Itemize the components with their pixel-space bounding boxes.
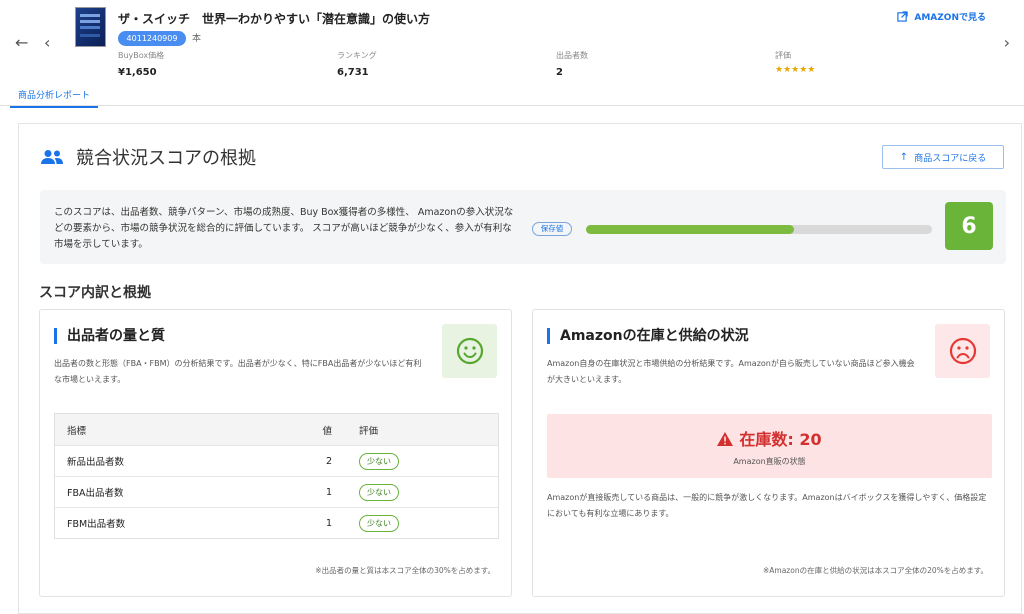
product-title: ザ・スイッチ 世界一わかりやすい「潜在意識」の使い方 [118, 12, 431, 26]
metric-value: ¥1,650 [118, 67, 157, 78]
tab-bar: 商品分析レポート [0, 84, 1024, 108]
section-title: 競合状況スコアの根拠 [76, 148, 256, 169]
section-header: 競合状況スコアの根拠 [40, 144, 256, 170]
metric-value: 2 [556, 67, 563, 78]
metric-sellers: 出品者数 2 [556, 50, 588, 78]
previous-chevron-icon[interactable]: ‹ [44, 33, 50, 52]
rating-chip: 少ない [359, 483, 399, 501]
stock-count: 在庫数: 20 [547, 426, 992, 450]
sellers-card-title: 出品者の量と質 [54, 328, 165, 344]
score-progress-bar [586, 225, 932, 234]
amazon-card-title: Amazonの在庫と供給の状況 [547, 328, 749, 344]
sellers-card-description: 出品者の数と形態（FBA・FBM）の分析結果です。出品者が少なく、特にFBA出品… [54, 359, 422, 384]
row-metric: 新品出品者数 [67, 457, 125, 468]
summary-text: このスコアは、出品者数、競争パターン、市場の成熟度、Buy Box獲得者の多様性… [54, 207, 514, 250]
tab-analysis-report[interactable]: 商品分析レポート [10, 88, 99, 108]
category-label: 本 [192, 34, 202, 44]
sellers-quality-card: 出品者の量と質 出品者の数と形態（FBA・FBM）の分析結果です。出品者が少なく… [39, 309, 512, 597]
competition-score-card: 競合状況スコアの根拠 ↑ 商品スコアに戻る このスコアは、出品者数、競争パターン… [18, 123, 1022, 614]
asin-badge[interactable]: 4011240909 [118, 31, 186, 46]
table-row: FBA出品者数 1 少ない [55, 476, 498, 507]
score-progress-fill [586, 225, 794, 234]
amazon-footnote: ※Amazonの在庫と供給の状況は本スコア全体の20%を占めます。 [762, 566, 988, 575]
row-value: 1 [325, 517, 332, 529]
save-chip[interactable]: 保存値 [532, 222, 572, 236]
external-link-icon [897, 11, 909, 22]
amazon-link-label: AMAZONで見る [914, 13, 986, 23]
table-row: 新品出品者数 2 少ない [55, 445, 498, 476]
arrow-up-icon: ↑ [899, 151, 909, 163]
score-value-badge: 6 [945, 202, 993, 250]
column-header-metric: 指標 [67, 425, 87, 437]
stock-count-label: 在庫数: 20 [739, 430, 822, 449]
sellers-footnote: ※出品者の量と質は本スコア全体の30%を占めます。 [315, 566, 495, 575]
breakdown-title: スコア内訳と根拠 [39, 285, 151, 301]
score-summary-panel: このスコアは、出品者数、競争パターン、市場の成熟度、Buy Box獲得者の多様性… [40, 190, 1006, 264]
metric-label: 評価 [775, 51, 791, 60]
row-metric: FBM出品者数 [67, 519, 126, 530]
next-chevron-icon[interactable]: › [1004, 33, 1010, 52]
metric-buybox: BuyBox価格 ¥1,650 [118, 50, 164, 78]
amazon-stock-card: Amazonの在庫と供給の状況 Amazon自身の在庫状況と市場供給の分析結果で… [532, 309, 1005, 597]
warning-icon [717, 432, 734, 446]
smile-icon [442, 324, 497, 378]
amazon-card-description: Amazon自身の在庫状況と市場供給の分析結果です。Amazonが自ら販売してい… [547, 359, 915, 384]
amazon-detail-text: Amazonが直接販売している商品は、一般的に競争が激しくなります。Amazon… [547, 493, 987, 518]
row-metric: FBA出品者数 [67, 488, 124, 499]
rating-chip: 少ない [359, 452, 399, 470]
sellers-table: 指標 値 評価 新品出品者数 2 少ない FBA出品者数 1 少ない FBM出品… [54, 413, 499, 539]
product-thumbnail [75, 7, 106, 47]
metric-label: BuyBox価格 [118, 51, 165, 60]
back-to-score-button[interactable]: ↑ 商品スコアに戻る [882, 145, 1004, 169]
rating-chip: 少ない [359, 514, 399, 532]
rating-stars: ★★★★★ [775, 65, 816, 75]
frown-icon [935, 324, 990, 378]
row-value: 2 [325, 455, 332, 467]
product-header: ← ‹ ザ・スイッチ 世界一わかりやすい「潜在意識」の使い方 401124090… [0, 0, 1024, 84]
amazon-link[interactable]: AMAZONで見る [897, 10, 986, 23]
table-header-row: 指標 値 評価 [55, 414, 498, 445]
column-header-rating: 評価 [359, 425, 379, 437]
people-icon [41, 150, 63, 164]
metric-label: ランキング [337, 51, 377, 60]
row-value: 1 [325, 486, 332, 498]
metric-value: 6,731 [337, 67, 369, 78]
stock-alert-box: 在庫数: 20 Amazon直販の状態 [547, 414, 992, 478]
table-row: FBM出品者数 1 少ない [55, 507, 498, 538]
column-header-value: 値 [322, 425, 332, 437]
back-to-score-label: 商品スコアに戻る [914, 153, 987, 164]
metric-ranking: ランキング 6,731 [337, 50, 377, 78]
metric-rating: 評価 ★★★★★ [775, 50, 815, 75]
stock-subtitle: Amazon直販の状態 [733, 457, 806, 466]
back-arrow-icon[interactable]: ← [15, 33, 28, 52]
metric-label: 出品者数 [556, 51, 588, 60]
